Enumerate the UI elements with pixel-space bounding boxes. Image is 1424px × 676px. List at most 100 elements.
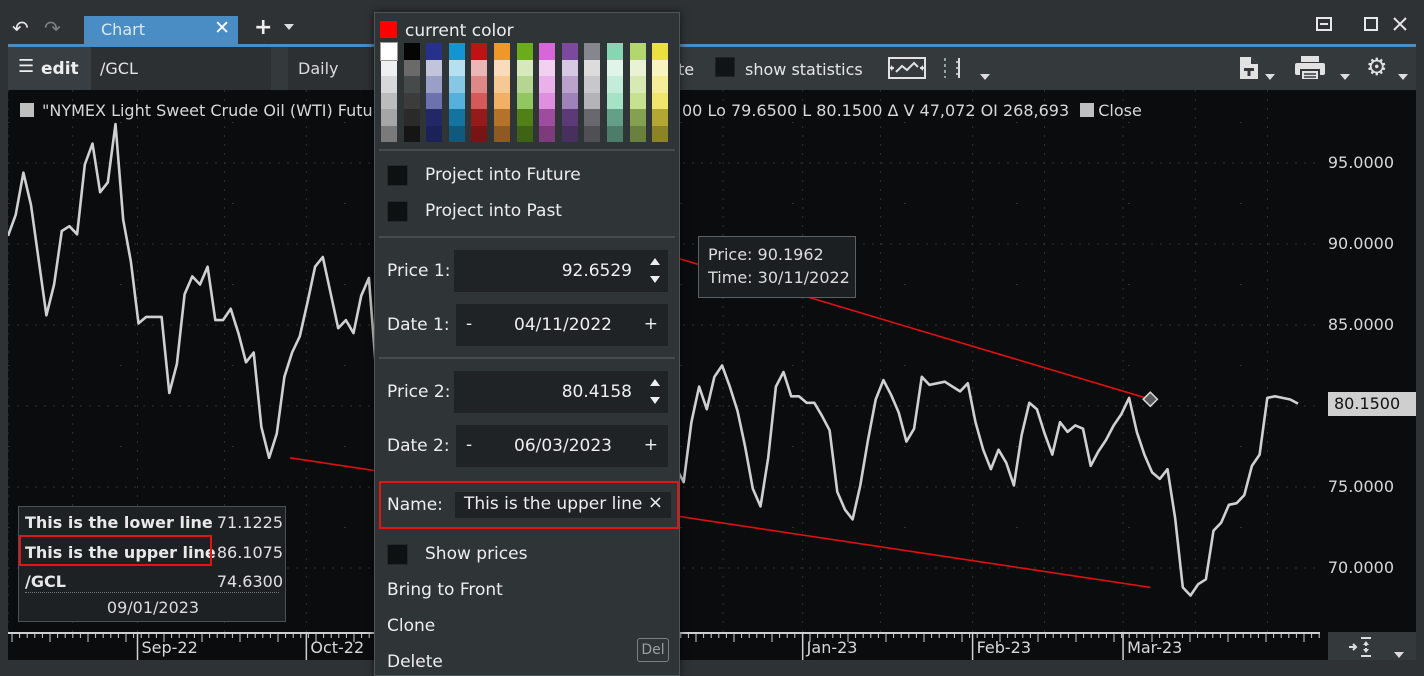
- palette-swatch[interactable]: [629, 43, 646, 60]
- palette-swatch[interactable]: [561, 109, 578, 126]
- chart-area[interactable]: "NYMEX Light Sweet Crude Oil (WTI) Futu …: [8, 90, 1416, 660]
- price1-increment-icon[interactable]: [650, 258, 660, 265]
- palette-swatch[interactable]: [403, 92, 420, 109]
- gear-icon[interactable]: ⚙: [1366, 53, 1388, 81]
- palette-swatch[interactable]: [652, 76, 669, 93]
- palette-swatch[interactable]: [426, 125, 443, 142]
- palette-swatch[interactable]: [607, 125, 623, 142]
- print-icon[interactable]: [1294, 55, 1326, 85]
- palette-swatch[interactable]: [652, 109, 669, 126]
- price2-input[interactable]: 80.4158: [454, 371, 668, 413]
- palette-swatch[interactable]: [471, 59, 488, 76]
- close-icon[interactable]: [1392, 16, 1408, 36]
- palette-swatch[interactable]: [629, 109, 646, 126]
- x-axis-menu-caret-icon[interactable]: [1394, 643, 1404, 662]
- palette-swatch[interactable]: [471, 125, 488, 142]
- redo-arrow-icon[interactable]: ↷: [44, 16, 61, 40]
- palette-swatch[interactable]: [652, 92, 669, 109]
- palette-swatch[interactable]: [403, 125, 420, 142]
- project-past-checkbox[interactable]: [387, 201, 408, 222]
- palette-swatch[interactable]: [403, 109, 420, 126]
- palette-swatch[interactable]: [539, 59, 556, 76]
- palette-swatch[interactable]: [426, 59, 443, 76]
- palette-swatch[interactable]: [448, 109, 465, 126]
- date2-increment-button[interactable]: +: [644, 435, 658, 455]
- palette-swatch[interactable]: [561, 59, 578, 76]
- palette-swatch[interactable]: [652, 59, 669, 76]
- series-color-swatch[interactable]: [20, 103, 34, 117]
- palette-swatch[interactable]: [539, 43, 556, 60]
- price2-decrement-icon[interactable]: [650, 397, 660, 404]
- palette-swatch[interactable]: [471, 43, 488, 60]
- ruler-icon[interactable]: [941, 56, 963, 84]
- palette-swatch[interactable]: [426, 43, 443, 60]
- date2-decrement-button[interactable]: -: [466, 435, 472, 455]
- fit-to-screen-icon[interactable]: [1348, 637, 1372, 661]
- export-menu-caret-icon[interactable]: [1265, 65, 1275, 84]
- palette-swatch[interactable]: [381, 109, 397, 126]
- palette-swatch[interactable]: [494, 109, 510, 126]
- show-statistics-checkbox[interactable]: [715, 57, 735, 77]
- current-color-row[interactable]: current color: [380, 21, 514, 41]
- palette-swatch[interactable]: [426, 92, 443, 109]
- delete-menu-item[interactable]: Delete: [387, 652, 443, 672]
- palette-swatch[interactable]: [448, 59, 465, 76]
- price1-input[interactable]: 92.6529: [454, 250, 668, 292]
- palette-swatch[interactable]: [381, 59, 397, 76]
- name-input[interactable]: This is the upper line ×: [455, 492, 671, 518]
- palette-swatch[interactable]: [471, 76, 488, 93]
- tab-chart[interactable]: Chart ✕: [84, 16, 238, 44]
- palette-swatch[interactable]: [629, 125, 646, 142]
- date1-increment-button[interactable]: +: [644, 314, 658, 334]
- palette-swatch[interactable]: [494, 59, 510, 76]
- palette-swatch[interactable]: [471, 92, 488, 109]
- palette-swatch[interactable]: [539, 76, 556, 93]
- edit-button[interactable]: ☰ edit: [8, 47, 91, 90]
- export-icon[interactable]: [1238, 55, 1260, 85]
- palette-swatch[interactable]: [539, 109, 556, 126]
- restore-icon[interactable]: [1316, 16, 1332, 35]
- palette-swatch[interactable]: [584, 43, 601, 60]
- palette-swatch[interactable]: [381, 76, 397, 93]
- palette-swatch[interactable]: [561, 92, 578, 109]
- palette-swatch[interactable]: [607, 109, 623, 126]
- palette-swatch[interactable]: [426, 109, 443, 126]
- palette-swatch[interactable]: [381, 125, 397, 142]
- palette-swatch[interactable]: [584, 109, 601, 126]
- palette-swatch[interactable]: [607, 43, 623, 60]
- palette-swatch[interactable]: [403, 59, 420, 76]
- palette-swatch[interactable]: [607, 59, 623, 76]
- date1-input[interactable]: - 04/11/2022 +: [456, 304, 668, 346]
- project-future-checkbox[interactable]: [387, 165, 408, 186]
- show-statistics-label[interactable]: show statistics: [745, 60, 863, 79]
- maximize-icon[interactable]: [1364, 16, 1378, 35]
- palette-swatch[interactable]: [607, 92, 623, 109]
- show-prices-checkbox[interactable]: [387, 544, 408, 565]
- palette-swatch[interactable]: [584, 59, 601, 76]
- palette-swatch[interactable]: [448, 76, 465, 93]
- palette-swatch[interactable]: [494, 125, 510, 142]
- bring-to-front-menu-item[interactable]: Bring to Front: [387, 580, 503, 600]
- palette-swatch[interactable]: [652, 43, 669, 60]
- palette-swatch[interactable]: [629, 76, 646, 93]
- period-select[interactable]: Daily: [288, 47, 378, 90]
- palette-swatch[interactable]: [539, 92, 556, 109]
- palette-swatch[interactable]: [539, 125, 556, 142]
- clear-name-icon[interactable]: ×: [648, 492, 663, 513]
- palette-swatch[interactable]: [516, 59, 533, 76]
- palette-swatch[interactable]: [494, 76, 510, 93]
- palette-swatch[interactable]: [426, 76, 443, 93]
- palette-swatch[interactable]: [516, 125, 533, 142]
- chart-style-icon[interactable]: [888, 56, 926, 84]
- palette-swatch[interactable]: [561, 43, 578, 60]
- palette-swatch[interactable]: [471, 109, 488, 126]
- price2-increment-icon[interactable]: [650, 379, 660, 386]
- palette-swatch[interactable]: [629, 92, 646, 109]
- undo-arrow-icon[interactable]: ↶: [12, 16, 29, 40]
- close-series-swatch[interactable]: [1080, 103, 1095, 117]
- print-menu-caret-icon[interactable]: [1340, 65, 1350, 84]
- palette-swatch[interactable]: [448, 43, 465, 60]
- date2-input[interactable]: - 06/03/2023 +: [456, 425, 668, 467]
- palette-swatch[interactable]: [448, 92, 465, 109]
- palette-swatch[interactable]: [516, 43, 533, 60]
